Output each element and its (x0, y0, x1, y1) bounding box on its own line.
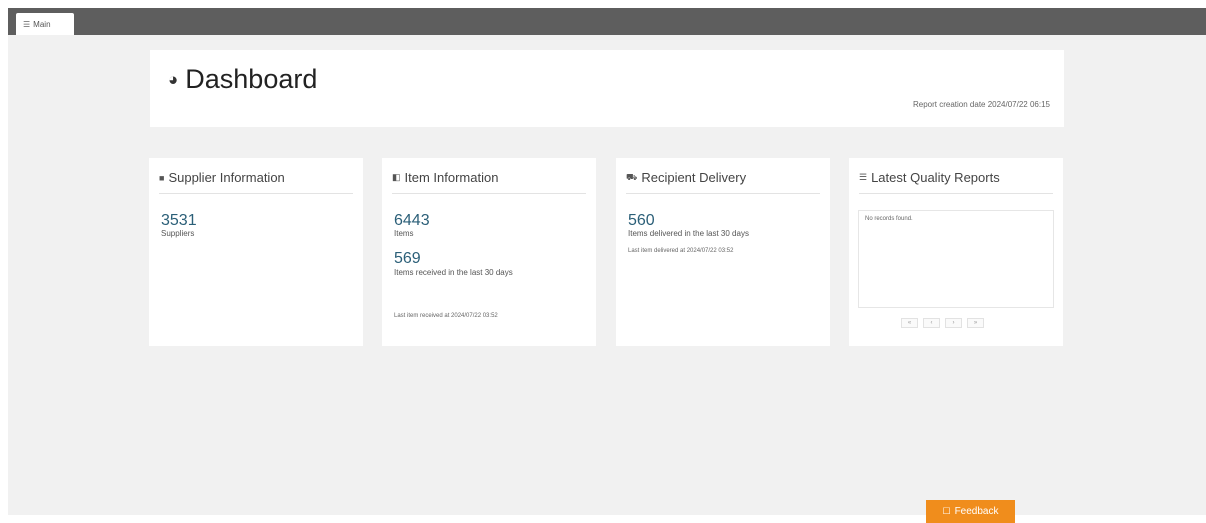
first-page-button[interactable]: « (901, 318, 918, 328)
list-icon: ☰ (859, 172, 868, 182)
feedback-label: Feedback (954, 506, 999, 517)
next-page-button[interactable]: › (945, 318, 962, 328)
top-bar: ☰ Main (8, 8, 1206, 35)
recipient-delivery-panel: ⛟ Recipient Delivery 560 Items delivered… (616, 158, 830, 346)
previous-page-button[interactable]: ‹ (923, 318, 940, 328)
supplier-count: 3531 (161, 212, 197, 229)
last-page-button[interactable]: » (967, 318, 984, 328)
quality-panel-title: ☰ Latest Quality Reports (859, 170, 1053, 194)
page-title-text: Dashboard (185, 64, 318, 94)
report-creation-date: Report creation date 2024/07/22 06:15 (913, 100, 1050, 109)
list-icon: ☰ (23, 19, 31, 29)
item-panel-title-text: Item Information (404, 170, 499, 185)
supplier-count-label: Suppliers (161, 229, 195, 238)
truck-icon: ⛟ (626, 171, 638, 182)
page-title: ◕ Dashboard (168, 64, 317, 95)
latest-quality-reports-panel: ☰ Latest Quality Reports No records foun… (849, 158, 1063, 346)
tab-main-label: Main (33, 19, 51, 29)
item-count: 6443 (394, 212, 430, 229)
building-icon: ■ (159, 172, 165, 183)
feedback-button[interactable]: ☐ Feedback (926, 500, 1015, 523)
items-delivered-count: 560 (628, 212, 655, 229)
comment-icon: ☐ (942, 506, 951, 516)
no-records-message: No records found. (865, 216, 913, 222)
quality-reports-table: No records found. (858, 210, 1054, 308)
item-panel-title: ◧ Item Information (392, 170, 586, 194)
last-item-delivered: Last item delivered at 2024/07/22 03:52 (628, 248, 734, 254)
supplier-panel-title-text: Supplier Information (168, 170, 285, 185)
recipient-panel-title-text: Recipient Delivery (641, 170, 747, 185)
items-received-count: 569 (394, 250, 421, 267)
items-received-label: Items received in the last 30 days (394, 268, 513, 277)
tab-main[interactable]: ☰ Main (16, 13, 74, 35)
header-card: ◕ Dashboard Report creation date 2024/07… (150, 50, 1064, 127)
supplier-information-panel: ■ Supplier Information 3531 Suppliers (149, 158, 363, 346)
box-icon: ◧ (392, 172, 401, 182)
dashboard-gauge-icon: ◕ (168, 69, 179, 89)
items-delivered-label: Items delivered in the last 30 days (628, 229, 749, 238)
last-item-received: Last item received at 2024/07/22 03:52 (394, 313, 498, 319)
app-frame: ☰ Main ◕ Dashboard Report creation date … (8, 8, 1206, 523)
supplier-panel-title: ■ Supplier Information (159, 170, 353, 194)
item-information-panel: ◧ Item Information 6443 Items 569 Items … (382, 158, 596, 346)
pagination: « ‹ › » (901, 318, 984, 328)
quality-panel-title-text: Latest Quality Reports (871, 170, 1000, 185)
item-count-label: Items (394, 229, 414, 238)
recipient-panel-title: ⛟ Recipient Delivery (626, 170, 820, 194)
